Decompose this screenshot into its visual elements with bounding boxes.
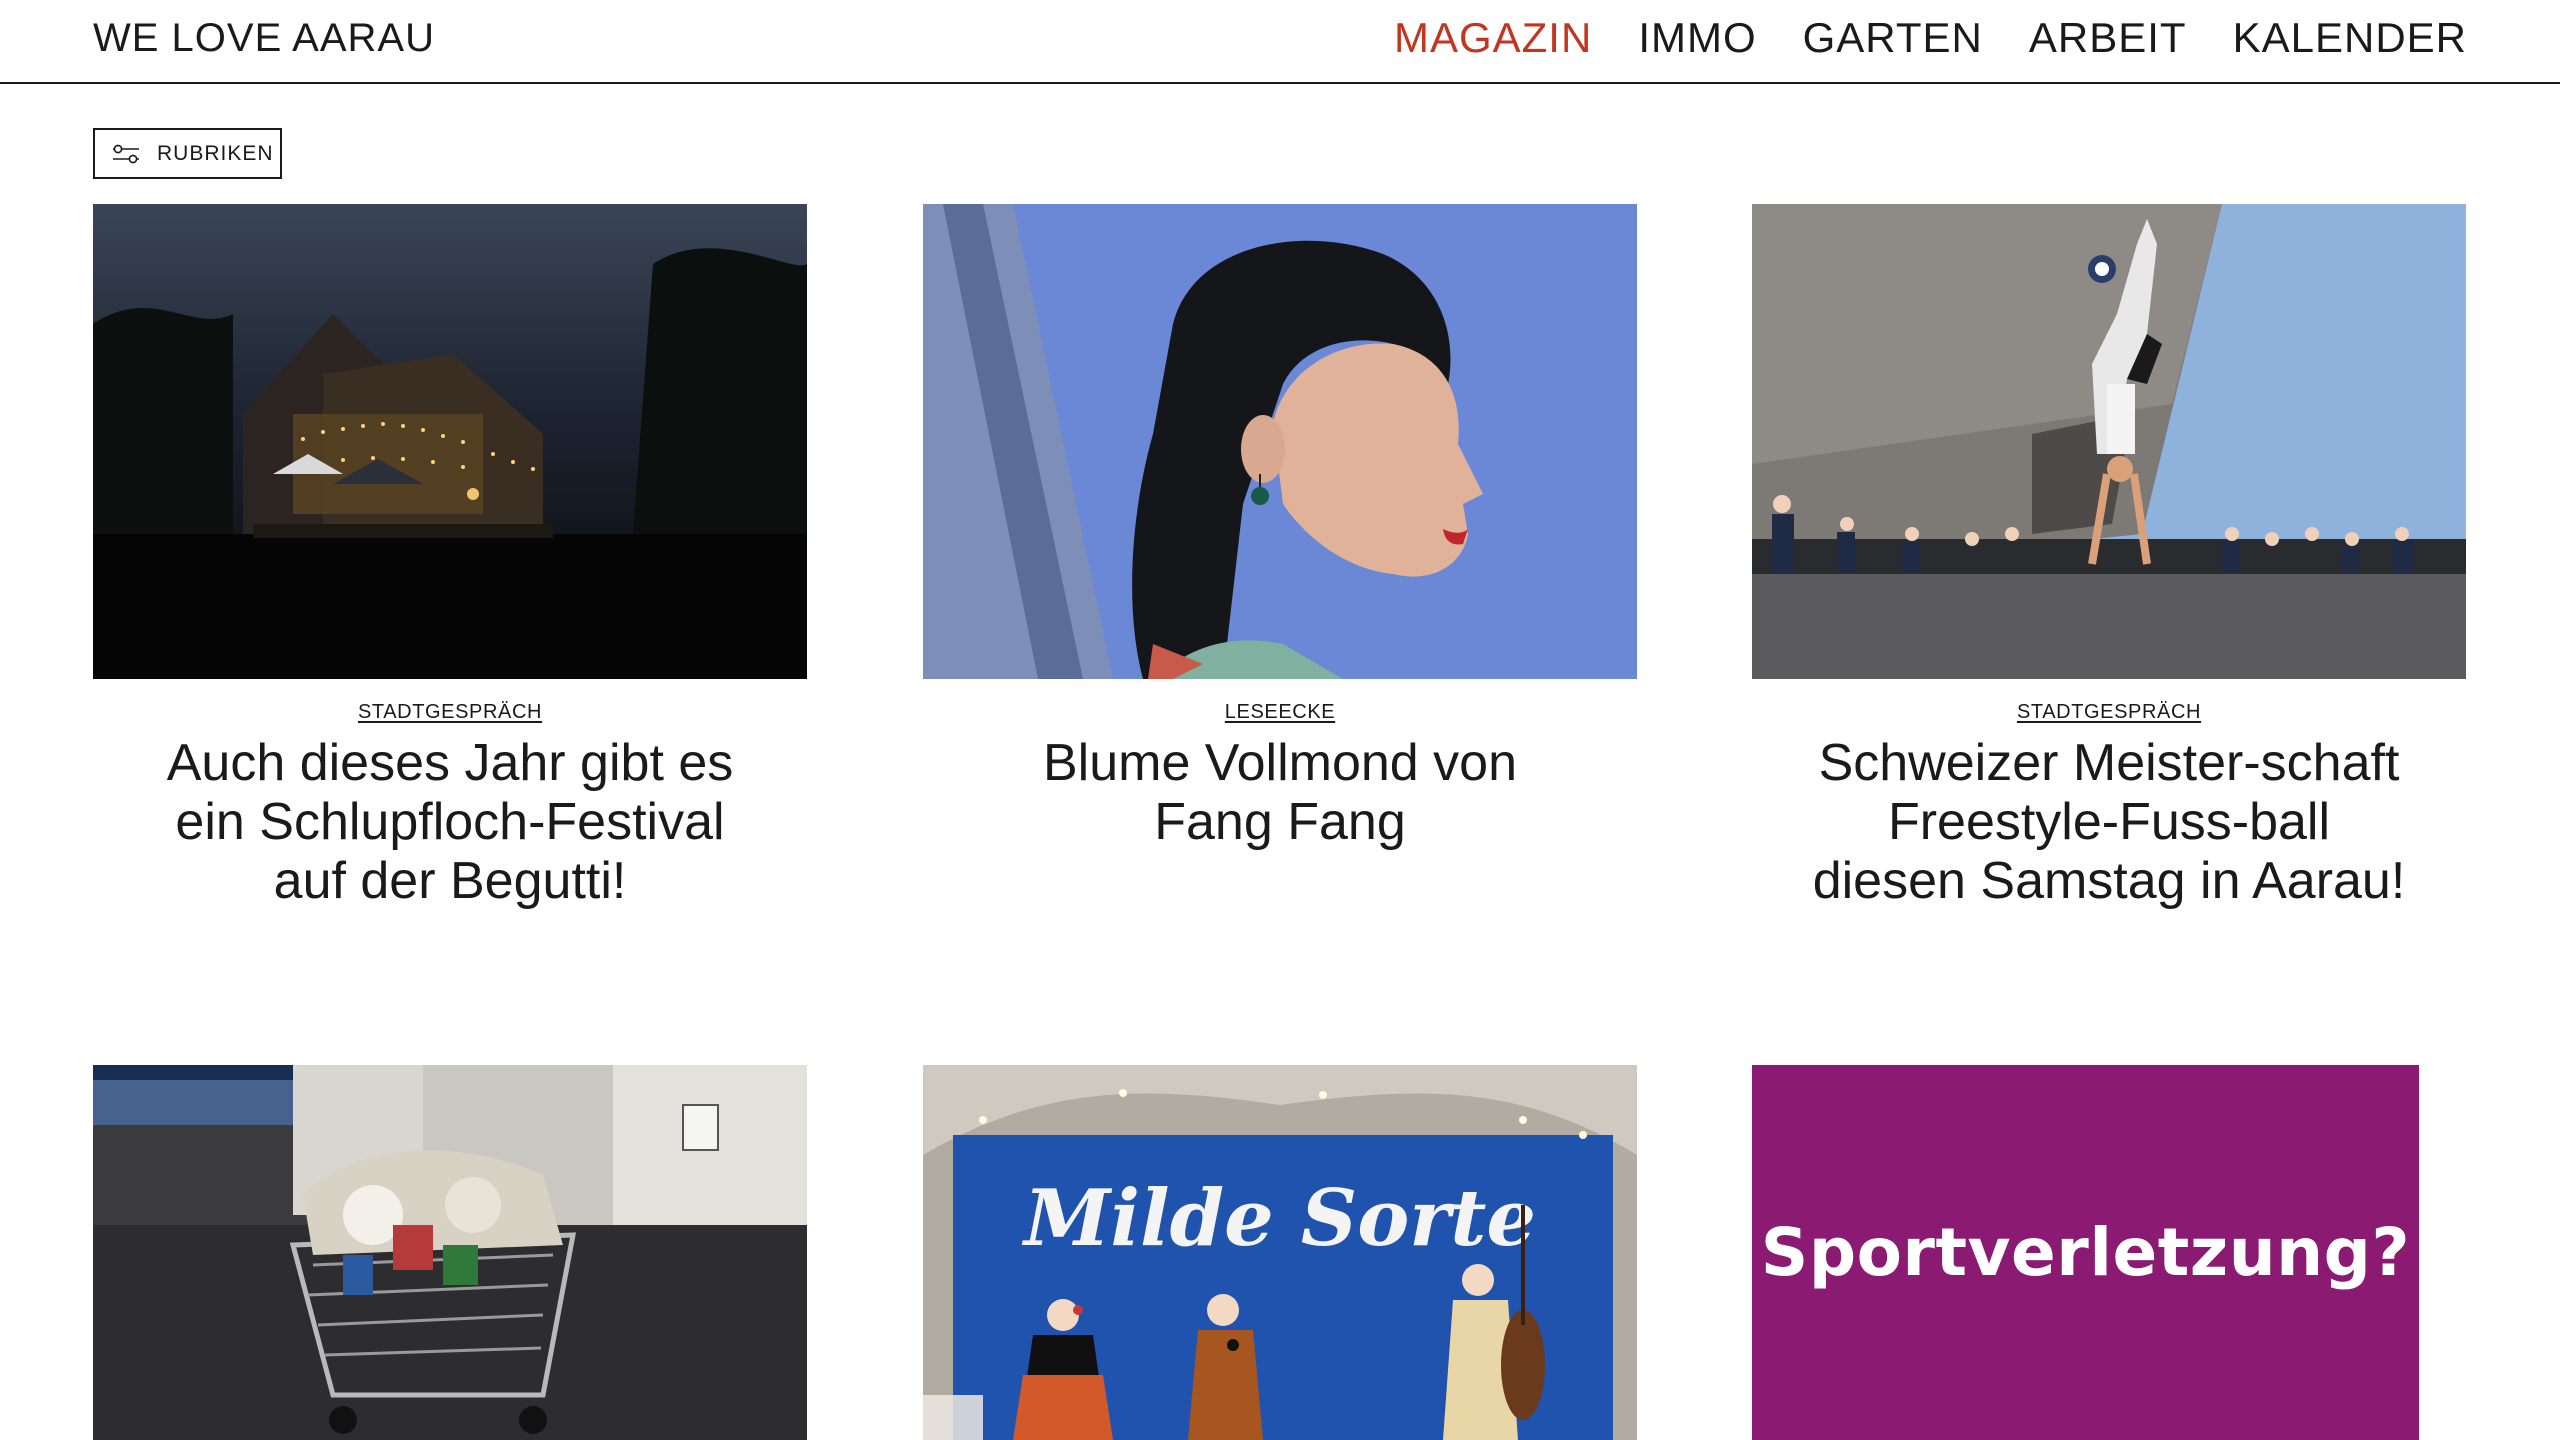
- rubriken-filter-button[interactable]: RUBRIKEN: [93, 128, 282, 179]
- ad-text: Sportverletzung?: [1760, 1214, 2411, 1291]
- article-image-festival[interactable]: [93, 204, 807, 679]
- article-card: STADTGESPRÄCH Auch dieses Jahr gibt es e…: [93, 204, 807, 911]
- sliders-icon: [113, 144, 139, 163]
- article-image-portrait[interactable]: [923, 204, 1637, 679]
- band-banner-text: Milde Sorte: [1021, 1173, 1536, 1264]
- article-image-shopping-cart[interactable]: [93, 1065, 807, 1440]
- nav-item-arbeit[interactable]: ARBEIT: [2029, 14, 2187, 62]
- article-image-band[interactable]: Milde Sorte: [923, 1065, 1637, 1440]
- article-category-link[interactable]: STADTGESPRÄCH: [93, 701, 807, 724]
- article-card: Milde Sorte: [923, 1065, 1637, 1440]
- article-headline[interactable]: Schweizer Meister-schaft Freestyle-Fuss-…: [1809, 734, 2409, 911]
- site-logo-link[interactable]: WE LOVE AARAU: [93, 16, 435, 61]
- article-card: STADTGESPRÄCH Schweizer Meister-schaft F…: [1752, 204, 2466, 911]
- nav-item-immo[interactable]: IMMO: [1638, 14, 1756, 62]
- article-card: [93, 1065, 807, 1440]
- rubriken-filter-label: RUBRIKEN: [157, 141, 274, 165]
- nav-item-garten[interactable]: GARTEN: [1803, 14, 1983, 62]
- nav-item-kalender[interactable]: KALENDER: [2233, 14, 2467, 62]
- article-headline[interactable]: Blume Vollmond von Fang Fang: [980, 734, 1580, 852]
- article-image-freestyle[interactable]: [1752, 204, 2466, 679]
- site-header: WE LOVE AARAU MAGAZIN IMMO GARTEN ARBEIT…: [0, 0, 2560, 84]
- main-nav: MAGAZIN IMMO GARTEN ARBEIT KALENDER: [1394, 14, 2467, 62]
- article-category-link[interactable]: LESEECKE: [923, 701, 1637, 724]
- article-headline[interactable]: Auch dieses Jahr gibt es ein Schlupfloch…: [150, 734, 750, 911]
- sportverletzung-ad-banner[interactable]: Sportverletzung?: [1752, 1065, 2419, 1440]
- article-card: LESEECKE Blume Vollmond von Fang Fang: [923, 204, 1637, 852]
- article-category-link[interactable]: STADTGESPRÄCH: [1752, 701, 2466, 724]
- nav-item-magazin[interactable]: MAGAZIN: [1394, 14, 1592, 62]
